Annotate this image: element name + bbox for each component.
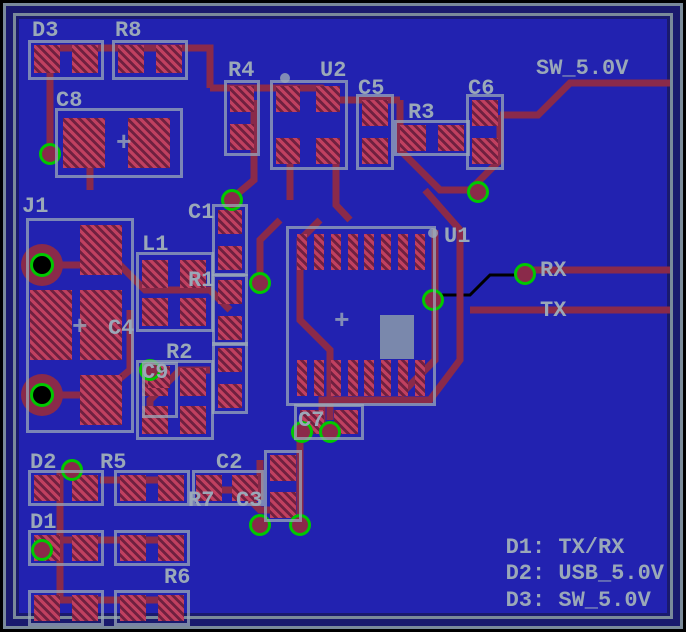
label-R8: R8	[115, 18, 141, 43]
label-R4: R4	[228, 58, 254, 83]
label-C1: C1	[188, 200, 214, 225]
label-D3: D3	[32, 18, 58, 43]
comp-C5	[356, 94, 394, 170]
comp-R8	[112, 40, 188, 80]
legend-line-3: D3: SW_5.0V	[506, 588, 664, 614]
comp-C1	[212, 204, 248, 276]
label-C5: C5	[358, 76, 384, 101]
comp-R4	[224, 80, 260, 156]
comp-D2	[28, 470, 104, 506]
comp-R6-a	[114, 530, 190, 566]
legend-line-1: D1: TX/RX	[506, 535, 664, 561]
comp-D1b	[28, 590, 104, 626]
label-L1: L1	[142, 232, 168, 257]
comp-R5	[114, 470, 190, 506]
label-D1: D1	[30, 510, 56, 535]
label-U1: U1	[444, 224, 470, 249]
label-R6: R6	[164, 565, 190, 590]
label-C2: C2	[216, 450, 242, 475]
polarity-mark: +	[116, 128, 132, 158]
pin1-dot	[280, 73, 290, 83]
comp-D1	[28, 530, 104, 566]
label-SW50V: SW_5.0V	[536, 56, 628, 81]
legend-line-2: D2: USB_5.0V	[506, 561, 664, 587]
label-U2: U2	[320, 58, 346, 83]
label-R5: R5	[100, 450, 126, 475]
via	[514, 263, 536, 285]
label-TX: TX	[540, 298, 566, 323]
label-R3: R3	[408, 100, 434, 125]
label-C3: C3	[236, 488, 262, 513]
comp-R1	[212, 274, 248, 346]
label-R2: R2	[166, 340, 192, 365]
label-C4: C4	[108, 316, 134, 341]
comp-U2	[270, 80, 348, 170]
comp-U1	[286, 226, 436, 406]
comp-C2-C3	[264, 450, 302, 522]
center-mark: +	[334, 306, 350, 336]
label-C6: C6	[468, 76, 494, 101]
comp-R6	[114, 590, 190, 626]
comp-R2	[212, 342, 248, 414]
label-C8: C8	[56, 88, 82, 113]
comp-R3	[394, 120, 470, 156]
comp-C6	[466, 94, 504, 170]
via	[467, 181, 489, 203]
comp-D3	[28, 40, 104, 80]
label-C9: C9	[142, 360, 168, 385]
label-R7: R7	[188, 488, 214, 513]
pin1-dot	[428, 228, 438, 238]
via	[249, 272, 271, 294]
label-J1: J1	[22, 194, 48, 219]
label-R1: R1	[188, 268, 214, 293]
legend: D1: TX/RX D2: USB_5.0V D3: SW_5.0V	[506, 535, 664, 614]
label-D2: D2	[30, 450, 56, 475]
polarity-mark: +	[72, 312, 88, 342]
label-C7: C7	[298, 408, 324, 433]
label-RX: RX	[540, 258, 566, 283]
